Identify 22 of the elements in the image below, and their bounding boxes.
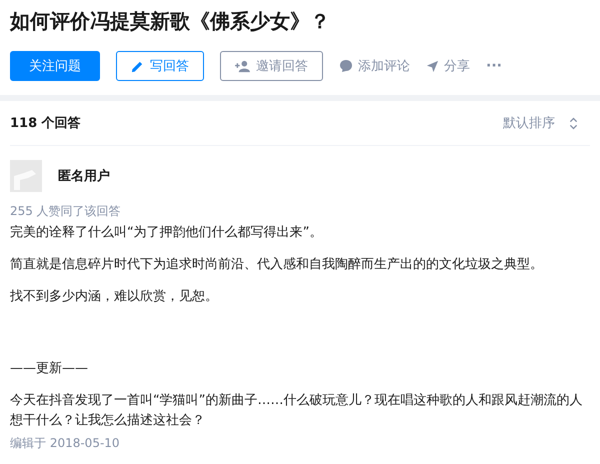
answer-paragraph: 完美的诠释了什么叫“为了押韵他们什么都写得出来”。 — [10, 224, 324, 242]
answer-paragraph: 简直就是信息碎片时代下为追求时尚前沿、代入感和自我陶醉而生产出的的文化垃圾之典型。 — [10, 256, 544, 274]
speech-bubble-icon — [339, 59, 353, 73]
follow-button[interactable]: 关注问题 — [10, 51, 100, 81]
edit-date: 编辑于 2018-05-10 — [10, 435, 121, 452]
question-title: 如何评价冯提莫新歌《佛系少女》？ — [10, 8, 331, 34]
author-name[interactable]: 匿名用户 — [58, 167, 110, 185]
send-icon — [426, 60, 439, 72]
sort-chevron-icon — [569, 116, 578, 130]
answer-paragraph: 今天在抖音发现了一首叫“学猫叫”的新曲子……什么破玩意儿？现在唱这种歌的人和跟风赶潮流的人想干什么？让我怎么描述这社会？ — [10, 392, 584, 430]
comment-button[interactable]: 添加评论 — [339, 57, 410, 75]
more-button[interactable]: ··· — [486, 58, 502, 74]
write-answer-button[interactable]: 写回答 — [116, 51, 204, 81]
invite-button[interactable]: 邀请回答 — [220, 51, 323, 81]
sort-dropdown[interactable]: 默认排序 — [503, 114, 578, 132]
answer-count: 118 个回答 — [10, 115, 81, 132]
add-user-icon — [235, 60, 250, 72]
answer-paragraph: 找不到多少内涵，难以欣赏，见恕。 — [10, 288, 219, 306]
pencil-icon — [131, 60, 144, 72]
vote-count: 255 人赞同了该回答 — [10, 203, 122, 219]
section-heading: ——更新—— — [10, 360, 89, 378]
share-button[interactable]: 分享 — [426, 57, 470, 75]
